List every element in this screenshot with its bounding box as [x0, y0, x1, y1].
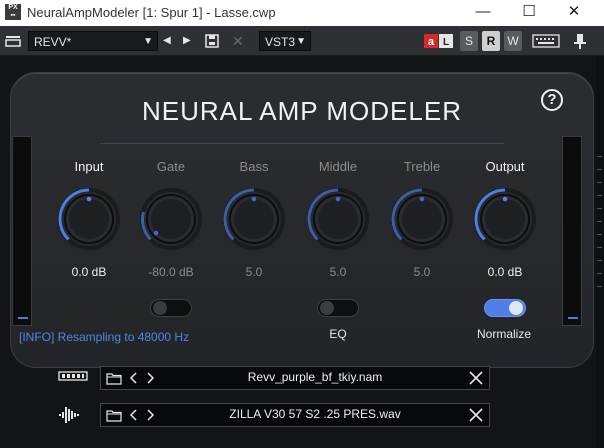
chevron-down-icon: ▼ [296, 36, 306, 47]
read-automation-button[interactable]: R [482, 31, 500, 51]
normalize-toggle[interactable] [484, 299, 526, 317]
chevron-left-icon[interactable] [128, 407, 140, 423]
svg-text:L: L [443, 37, 449, 48]
clear-model-icon[interactable] [467, 368, 485, 388]
chevron-down-icon: ▼ [143, 36, 153, 47]
input-level-meter [12, 136, 32, 326]
chevron-right-icon[interactable] [144, 370, 156, 386]
gate-toggle[interactable] [150, 299, 192, 317]
input-knob-value: 0.0 dB [71, 265, 107, 279]
sidechain-button[interactable]: S [460, 31, 478, 51]
divider [100, 143, 504, 144]
preset-dropdown[interactable]: REVV* ▼ [28, 31, 158, 51]
bass-knob[interactable] [222, 187, 286, 251]
save-icon[interactable] [203, 31, 223, 51]
brand-title: NEURAL AMP MODELER [142, 96, 462, 126]
model-file-selector[interactable]: Revv_purple_bf_tkiy.nam [100, 366, 490, 390]
toggle-thumb [320, 301, 334, 315]
help-button[interactable]: ? [541, 89, 563, 111]
delete-preset-icon[interactable]: ✕ [232, 31, 248, 51]
folder-icon[interactable] [106, 407, 122, 423]
window-title: NeuralAmpModeler [1: Spur 1] - Lasse.cwp [27, 5, 276, 20]
output-knob[interactable] [473, 187, 537, 251]
plugin-body: NEURAL AMP MODELER ? Input Gate Bass Mid… [0, 56, 604, 448]
middle-knob-label: Middle [318, 159, 358, 174]
host-toolbar: REVV* ▼ ◀ ▶ ✕ VST3 ▼ aL S R W [0, 26, 604, 56]
toggle-thumb [153, 301, 167, 315]
bass-knob-label: Bass [239, 159, 269, 174]
app-icon: PX ▪▪ [5, 4, 21, 20]
model-chip-icon [58, 371, 88, 381]
window-title-bar: PX ▪▪ NeuralAmpModeler [1: Spur 1] - Lass… [0, 0, 604, 26]
normalize-label: Normalize [476, 327, 531, 341]
svg-text:a: a [428, 36, 435, 48]
info-message: [INFO] Resampling to 48000 Hz [19, 330, 190, 344]
output-meter-marker [568, 317, 578, 319]
input-knob-label: Input [74, 159, 104, 174]
middle-knob-value: 5.0 [329, 265, 347, 279]
chevron-left-icon[interactable] [128, 370, 140, 386]
folder-icon[interactable] [106, 370, 122, 386]
minimize-button[interactable]: — [460, 0, 506, 26]
bass-knob-value: 5.0 [245, 265, 263, 279]
toggle-thumb [509, 301, 523, 315]
input-meter-marker [18, 317, 28, 319]
close-button[interactable]: ✕ [551, 0, 597, 26]
prev-preset-icon[interactable]: ◀ [163, 31, 177, 51]
ir-file-selector[interactable]: ZILLA V30 57 S2 .25 PRES.wav [100, 403, 490, 427]
eq-label: EQ [329, 327, 347, 341]
chevron-right-icon[interactable] [144, 407, 156, 423]
gate-knob[interactable] [139, 187, 203, 251]
latency-indicator-icon[interactable]: aL [423, 31, 455, 51]
eq-toggle[interactable] [317, 299, 359, 317]
gate-knob-value: -80.0 dB [148, 265, 194, 279]
maximize-button[interactable]: ☐ [506, 0, 552, 26]
model-file-name: Revv_purple_bf_tkiy.nam [247, 370, 383, 384]
middle-knob[interactable] [306, 187, 370, 251]
treble-knob-value: 5.0 [413, 265, 431, 279]
pin-icon[interactable] [570, 31, 590, 51]
plugin-format: VST3 [265, 35, 296, 49]
treble-knob-label: Treble [403, 159, 441, 174]
input-knob[interactable] [57, 187, 121, 251]
waveform-icon [59, 407, 79, 423]
treble-knob[interactable] [390, 187, 454, 251]
output-knob-label: Output [485, 159, 525, 174]
host-edge-strip [596, 56, 604, 448]
ir-file-name: ZILLA V30 57 S2 .25 PRES.wav [229, 407, 401, 421]
write-automation-button[interactable]: W [504, 31, 522, 51]
menu-icon[interactable] [4, 31, 24, 51]
preset-name: REVV* [34, 35, 72, 49]
plugin-format-dropdown[interactable]: VST3 ▼ [259, 31, 311, 51]
gate-knob-label: Gate [156, 159, 186, 174]
output-knob-value: 0.0 dB [487, 265, 523, 279]
next-preset-icon[interactable]: ▶ [183, 31, 197, 51]
keyboard-icon[interactable] [532, 31, 560, 51]
clear-ir-icon[interactable] [467, 405, 485, 425]
output-level-meter [562, 136, 582, 326]
